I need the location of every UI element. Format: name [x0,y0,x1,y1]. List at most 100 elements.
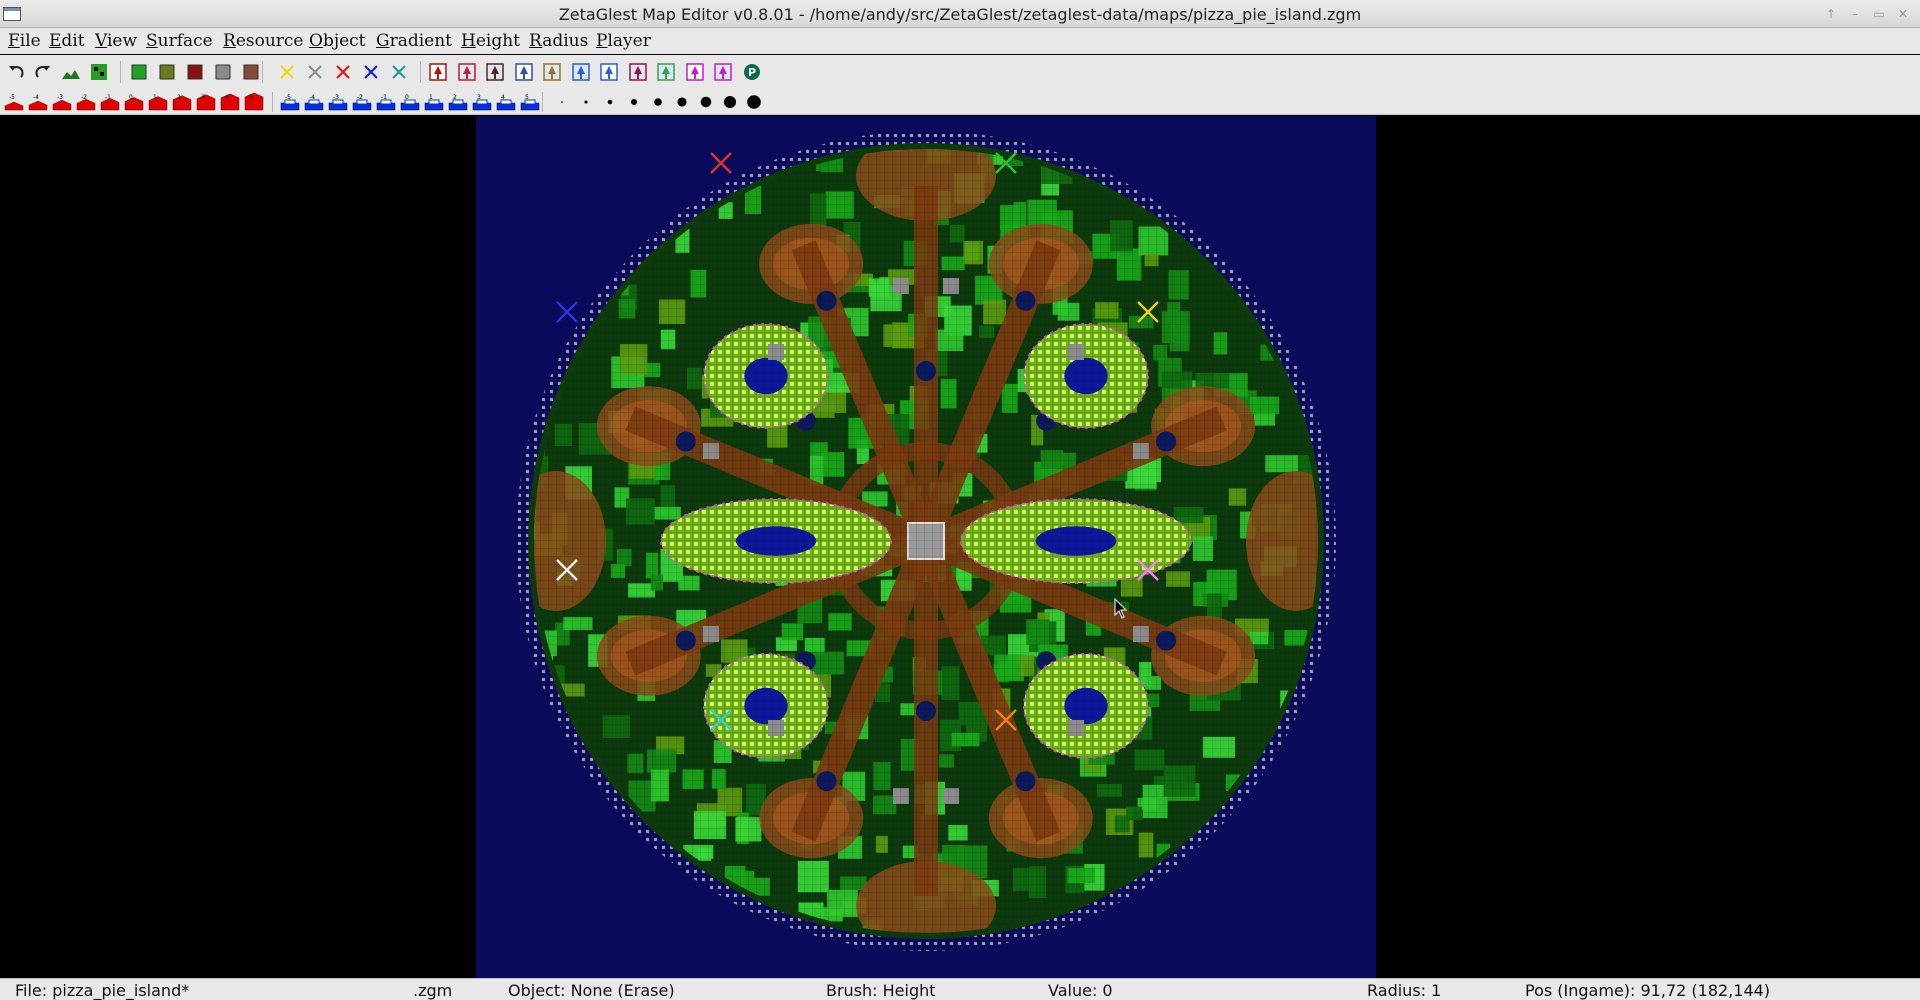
map-canvas[interactable] [0,116,1920,978]
height-brush-icon: 1 [148,94,168,111]
height-tool--3[interactable]: -3 [52,92,72,112]
menu-surface[interactable]: Surface [144,31,215,51]
radius-tool-9[interactable] [744,92,764,112]
dead-tree-icon [486,63,504,81]
radius-dot-icon [654,98,662,106]
radius-tool-5[interactable] [648,92,668,112]
gradient-tool--3[interactable]: -3 [328,92,348,112]
radius-tool-3[interactable] [600,92,620,112]
menu-player[interactable]: Player [594,31,653,51]
object-tool-dead-tree-object[interactable] [627,61,649,83]
gradient-brush-icon: -4 [304,94,324,111]
menu-height[interactable]: Height [459,31,522,51]
surface-tool-2[interactable] [156,61,178,83]
gradient-tool--4[interactable]: -4 [304,92,324,112]
gradient-tool--1[interactable]: -1 [376,92,396,112]
redo-button[interactable] [32,61,54,83]
randomize-map-button[interactable] [88,61,110,83]
height-tool-3[interactable]: 3 [196,92,216,112]
height-tool-1[interactable]: 1 [148,92,168,112]
height-tool-label: -5 [9,94,15,101]
object-tool-rock[interactable] [456,61,478,83]
gradient-brush-icon: 2 [448,94,468,111]
surface-swatch-icon [243,64,259,80]
height-tool-4[interactable]: 4 [220,92,240,112]
menu-gradient[interactable]: Gradient [374,31,454,51]
shade-window-button[interactable]: ↑ [1820,5,1842,23]
object-tool-bones[interactable] [655,61,677,83]
menu-view[interactable]: View [93,31,139,51]
menu-edit[interactable]: Edit [47,31,87,51]
redo-icon [35,66,50,78]
gradient-brush-icon: -2 [352,94,372,111]
gradient-tool-0[interactable]: 0 [400,92,420,112]
height-tool--4[interactable]: -4 [28,92,48,112]
radius-tool-6[interactable] [672,92,692,112]
bones-icon [657,63,675,81]
randomize-heights-button[interactable] [60,61,82,83]
gradient-tool-1[interactable]: 1 [424,92,444,112]
gradient-tool-5[interactable]: 5 [520,92,540,112]
surface-tool-3[interactable] [184,61,206,83]
brush-toolbar: -5 -4 -3 -2 -1 0 1 2 3 4 5 -5 -4 -3 -2 -1 0 1 2 3 4 5 [0,89,1920,115]
player-cross-tool-1[interactable] [276,61,298,83]
cactus-icon [600,63,618,81]
surface-swatch-icon [215,64,231,80]
object-tool-statue[interactable] [684,61,706,83]
height-tool--5[interactable]: -5 [4,92,24,112]
gradient-tool-4[interactable]: 4 [496,92,516,112]
height-tool-2[interactable]: 2 [172,92,192,112]
gradient-brush-icon: -1 [376,94,396,111]
height-tool--1[interactable]: -1 [100,92,120,112]
minimize-window-button[interactable]: – [1844,5,1866,23]
gradient-tool-2[interactable]: 2 [448,92,468,112]
player-cross-tool-5[interactable] [388,61,410,83]
height-brush-icon: -1 [100,94,120,111]
object-tool-tree[interactable] [427,61,449,83]
object-tool-water-object[interactable] [570,61,592,83]
object-tool-info[interactable]: P [741,61,763,83]
height-tool-label: 5 [249,94,253,101]
radius-tool-7[interactable] [696,92,716,112]
gradient-tool-3[interactable]: 3 [472,92,492,112]
surface-tool-1[interactable] [128,61,150,83]
height-tool-5[interactable]: 5 [244,92,264,112]
height-tool--2[interactable]: -2 [76,92,96,112]
undo-button[interactable] [5,61,27,83]
height-brush-icon: -3 [52,94,72,111]
map-view[interactable] [476,116,1376,978]
menu-object[interactable]: Object [307,31,368,51]
height-tool-label: 3 [201,94,205,101]
gradient-brush-icon: -3 [328,94,348,111]
close-window-button[interactable]: ✕ [1892,5,1914,23]
box-icon [714,63,732,81]
surface-tool-4[interactable] [212,61,234,83]
menu-file[interactable]: File [6,31,43,51]
gradient-tool-label: -5 [285,94,291,101]
object-tool-bush[interactable] [541,61,563,83]
radius-tool-8[interactable] [720,92,740,112]
object-tool-stone[interactable] [513,61,535,83]
object-tool-box[interactable] [712,61,734,83]
player-cross-tool-4[interactable] [360,61,382,83]
player-cross-tool-3[interactable] [332,61,354,83]
menu-radius[interactable]: Radius [527,31,590,51]
rock-icon [457,63,476,81]
menu-resource[interactable]: Resource [221,31,306,51]
dead-tree-object-icon [628,63,647,81]
radius-tool-4[interactable] [624,92,644,112]
gradient-tool--5[interactable]: -5 [280,92,300,112]
radius-tool-1[interactable] [552,92,572,112]
cross-icon [308,65,322,79]
maximize-window-button[interactable]: ▭ [1868,5,1890,23]
status-brush: Brush: Height [826,981,936,1000]
gradient-tool--2[interactable]: -2 [352,92,372,112]
surface-tool-5[interactable] [240,61,262,83]
object-tool-dead-tree[interactable] [484,61,506,83]
radius-tool-2[interactable] [576,92,596,112]
player-cross-tool-2[interactable] [304,61,326,83]
height-tool-0[interactable]: 0 [124,92,144,112]
height-tool-label: -3 [57,94,63,101]
height-tool-label: 1 [153,94,157,101]
object-tool-cactus[interactable] [598,61,620,83]
